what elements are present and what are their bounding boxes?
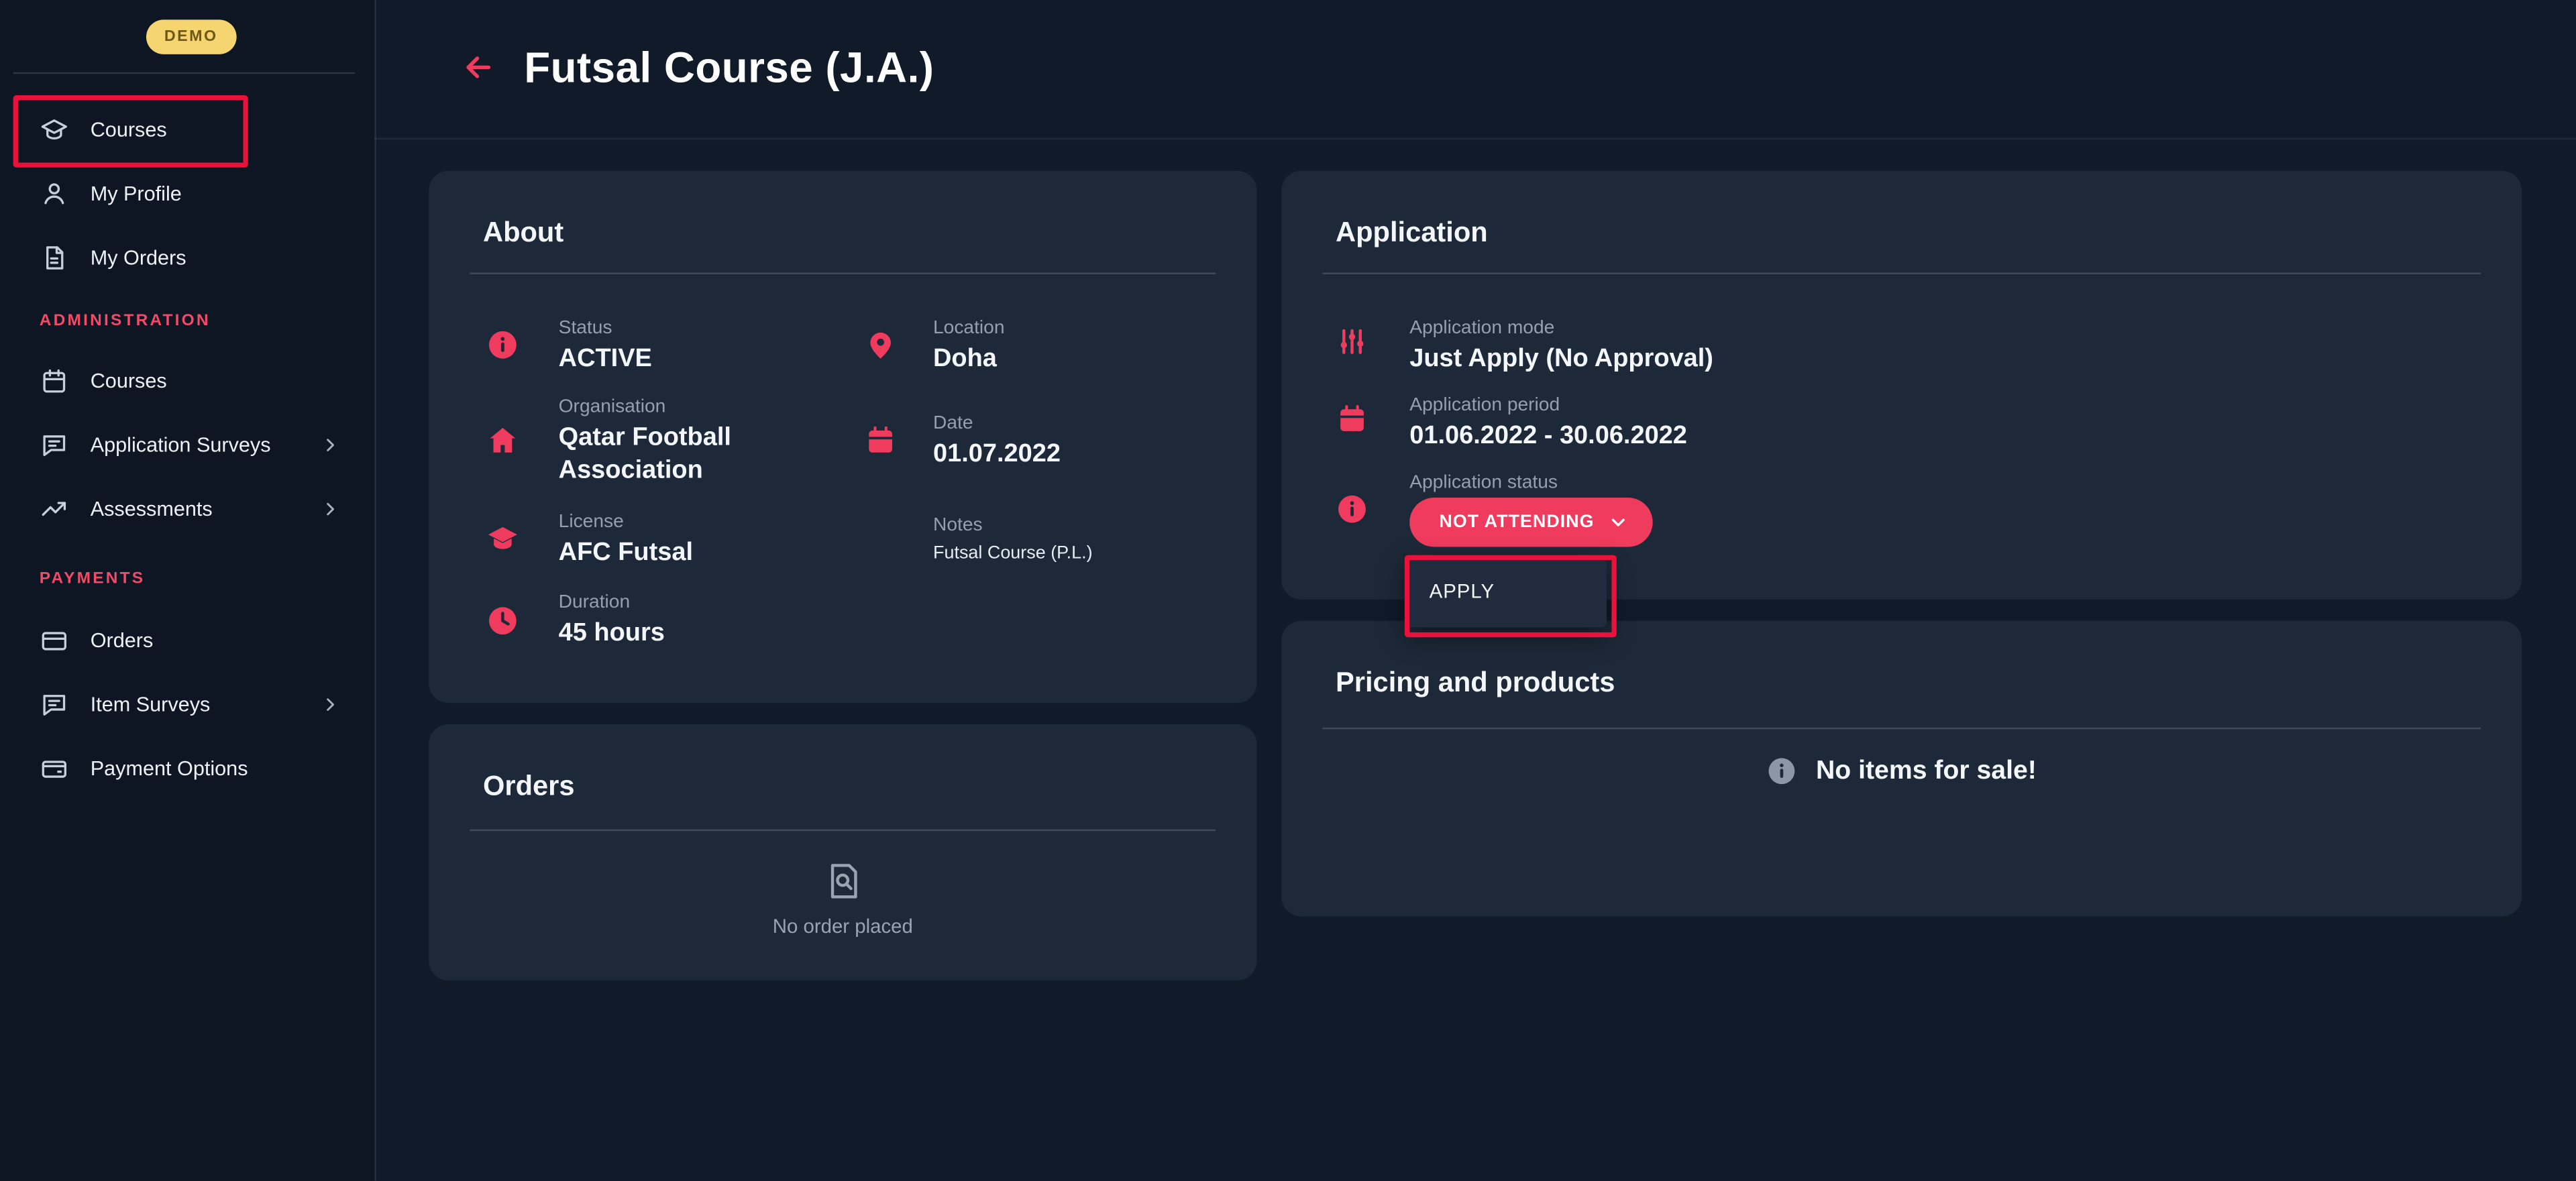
field-label: Notes bbox=[933, 516, 1229, 535]
field-value: ACTIVE bbox=[559, 343, 838, 376]
orders-card-title: Orders bbox=[483, 771, 575, 803]
sidebar-section-payments: PAYMENTS bbox=[40, 570, 146, 588]
trending-up-icon bbox=[40, 494, 69, 523]
sidebar: DEMO Courses My Profile My Orders ADMINI… bbox=[0, 0, 376, 1181]
orders-card: Orders No order placed bbox=[429, 724, 1256, 980]
orders-empty-state: No order placed bbox=[429, 859, 1256, 938]
sidebar-item-courses[interactable]: Courses bbox=[0, 97, 374, 161]
receipt-search-icon bbox=[820, 859, 865, 903]
sidebar-item-orders[interactable]: Orders bbox=[0, 608, 374, 672]
sidebar-item-item-surveys[interactable]: Item Surveys bbox=[0, 672, 374, 736]
field-value: Qatar Football Association bbox=[559, 422, 805, 488]
clock-icon bbox=[486, 604, 519, 637]
home-icon bbox=[486, 424, 519, 457]
field-value: 01.07.2022 bbox=[933, 439, 1212, 471]
orders-empty-text: No order placed bbox=[773, 915, 913, 938]
field-label: Application period bbox=[1409, 396, 1935, 415]
demo-badge: DEMO bbox=[146, 19, 235, 54]
graduation-cap-icon bbox=[486, 522, 519, 555]
field-label: Location bbox=[933, 319, 1212, 338]
document-icon bbox=[40, 242, 69, 272]
back-button[interactable] bbox=[460, 49, 496, 85]
about-card: About Status ACTIVE Organisation Qatar F… bbox=[429, 171, 1256, 703]
graduation-cap-icon bbox=[40, 114, 69, 144]
field-label: Duration bbox=[559, 593, 838, 612]
chevron-right-icon bbox=[319, 433, 341, 455]
field-application-period: Application period 01.06.2022 - 30.06.20… bbox=[1409, 396, 1935, 453]
field-value: Futsal Course (P.L.) bbox=[933, 544, 1229, 563]
application-status-button[interactable]: NOT ATTENDING bbox=[1409, 498, 1653, 547]
field-label: Application status bbox=[1409, 473, 1902, 492]
sidebar-item-application-surveys[interactable]: Application Surveys bbox=[0, 412, 374, 477]
application-status-button-label: NOT ATTENDING bbox=[1439, 512, 1594, 532]
sidebar-divider bbox=[13, 72, 355, 74]
chat-bubble-icon bbox=[40, 429, 69, 459]
field-license: License AFC Futsal bbox=[559, 512, 838, 570]
field-label: Application mode bbox=[1409, 319, 1902, 338]
sidebar-item-label: My Profile bbox=[91, 182, 182, 205]
chevron-right-icon bbox=[319, 692, 341, 715]
field-notes: Notes Futsal Course (P.L.) bbox=[933, 516, 1229, 563]
sidebar-item-my-orders[interactable]: My Orders bbox=[0, 225, 374, 290]
info-circle-icon bbox=[1336, 493, 1368, 526]
application-status-menu: APPLY bbox=[1405, 555, 1607, 628]
user-icon bbox=[40, 178, 69, 208]
sidebar-item-label: Payment Options bbox=[91, 756, 248, 779]
pricing-empty-text: No items for sale! bbox=[1816, 756, 2037, 786]
map-pin-icon bbox=[864, 329, 897, 361]
application-card: Application Application mode Just Apply … bbox=[1281, 171, 2522, 600]
field-duration: Duration 45 hours bbox=[559, 593, 838, 651]
sliders-icon bbox=[1336, 325, 1368, 358]
sidebar-section-administration: ADMINISTRATION bbox=[40, 312, 211, 330]
card-divider bbox=[470, 273, 1216, 274]
field-status: Status ACTIVE bbox=[559, 319, 838, 376]
chevron-right-icon bbox=[319, 497, 341, 520]
pricing-card: Pricing and products No items for sale! bbox=[1281, 621, 2522, 917]
info-circle-icon bbox=[1767, 756, 1799, 787]
field-date: Date 01.07.2022 bbox=[933, 414, 1212, 471]
field-label: Date bbox=[933, 414, 1212, 433]
wallet-icon bbox=[40, 753, 69, 783]
chat-bubble-icon bbox=[40, 689, 69, 718]
field-value: AFC Futsal bbox=[559, 537, 838, 570]
info-circle-icon bbox=[486, 329, 519, 361]
sidebar-item-my-profile[interactable]: My Profile bbox=[0, 161, 374, 225]
field-application-status: Application status bbox=[1409, 473, 1902, 492]
app-window: DEMO Courses My Profile My Orders ADMINI… bbox=[0, 0, 2576, 1181]
field-location: Location Doha bbox=[933, 319, 1212, 376]
sidebar-item-label: Item Surveys bbox=[91, 692, 211, 715]
credit-card-icon bbox=[40, 625, 69, 655]
pricing-card-title: Pricing and products bbox=[1336, 667, 1615, 699]
sidebar-item-assessments[interactable]: Assessments bbox=[0, 476, 374, 541]
chevron-down-icon bbox=[1607, 511, 1630, 534]
sidebar-item-label: Assessments bbox=[91, 497, 213, 520]
field-label: Organisation bbox=[559, 398, 805, 417]
card-divider bbox=[1322, 273, 2481, 274]
calendar-icon bbox=[864, 424, 897, 457]
card-divider bbox=[1322, 728, 2481, 729]
field-value: Just Apply (No Approval) bbox=[1409, 343, 1902, 376]
field-label: Status bbox=[559, 319, 838, 338]
calendar-icon bbox=[1336, 402, 1368, 435]
about-card-title: About bbox=[483, 217, 564, 249]
sidebar-item-label: Courses bbox=[91, 117, 167, 140]
field-value: Doha bbox=[933, 343, 1212, 376]
application-card-title: Application bbox=[1336, 217, 1488, 249]
field-organisation: Organisation Qatar Football Association bbox=[559, 398, 805, 488]
sidebar-item-label: Application Surveys bbox=[91, 433, 271, 455]
page-title: Futsal Course (J.A.) bbox=[524, 43, 934, 94]
field-value: 01.06.2022 - 30.06.2022 bbox=[1409, 420, 1935, 453]
card-divider bbox=[470, 830, 1216, 831]
field-application-mode: Application mode Just Apply (No Approval… bbox=[1409, 319, 1902, 376]
sidebar-item-label: Orders bbox=[91, 628, 154, 651]
field-value: 45 hours bbox=[559, 618, 838, 651]
sidebar-item-label: Courses bbox=[91, 369, 167, 392]
apply-menu-item[interactable]: APPLY bbox=[1405, 579, 1495, 602]
sidebar-item-label: My Orders bbox=[91, 245, 186, 268]
sidebar-item-admin-courses[interactable]: Courses bbox=[0, 348, 374, 412]
sidebar-item-payment-options[interactable]: Payment Options bbox=[0, 736, 374, 800]
field-label: License bbox=[559, 512, 838, 532]
pricing-empty-state: No items for sale! bbox=[1281, 756, 2522, 787]
calendar-icon bbox=[40, 365, 69, 395]
